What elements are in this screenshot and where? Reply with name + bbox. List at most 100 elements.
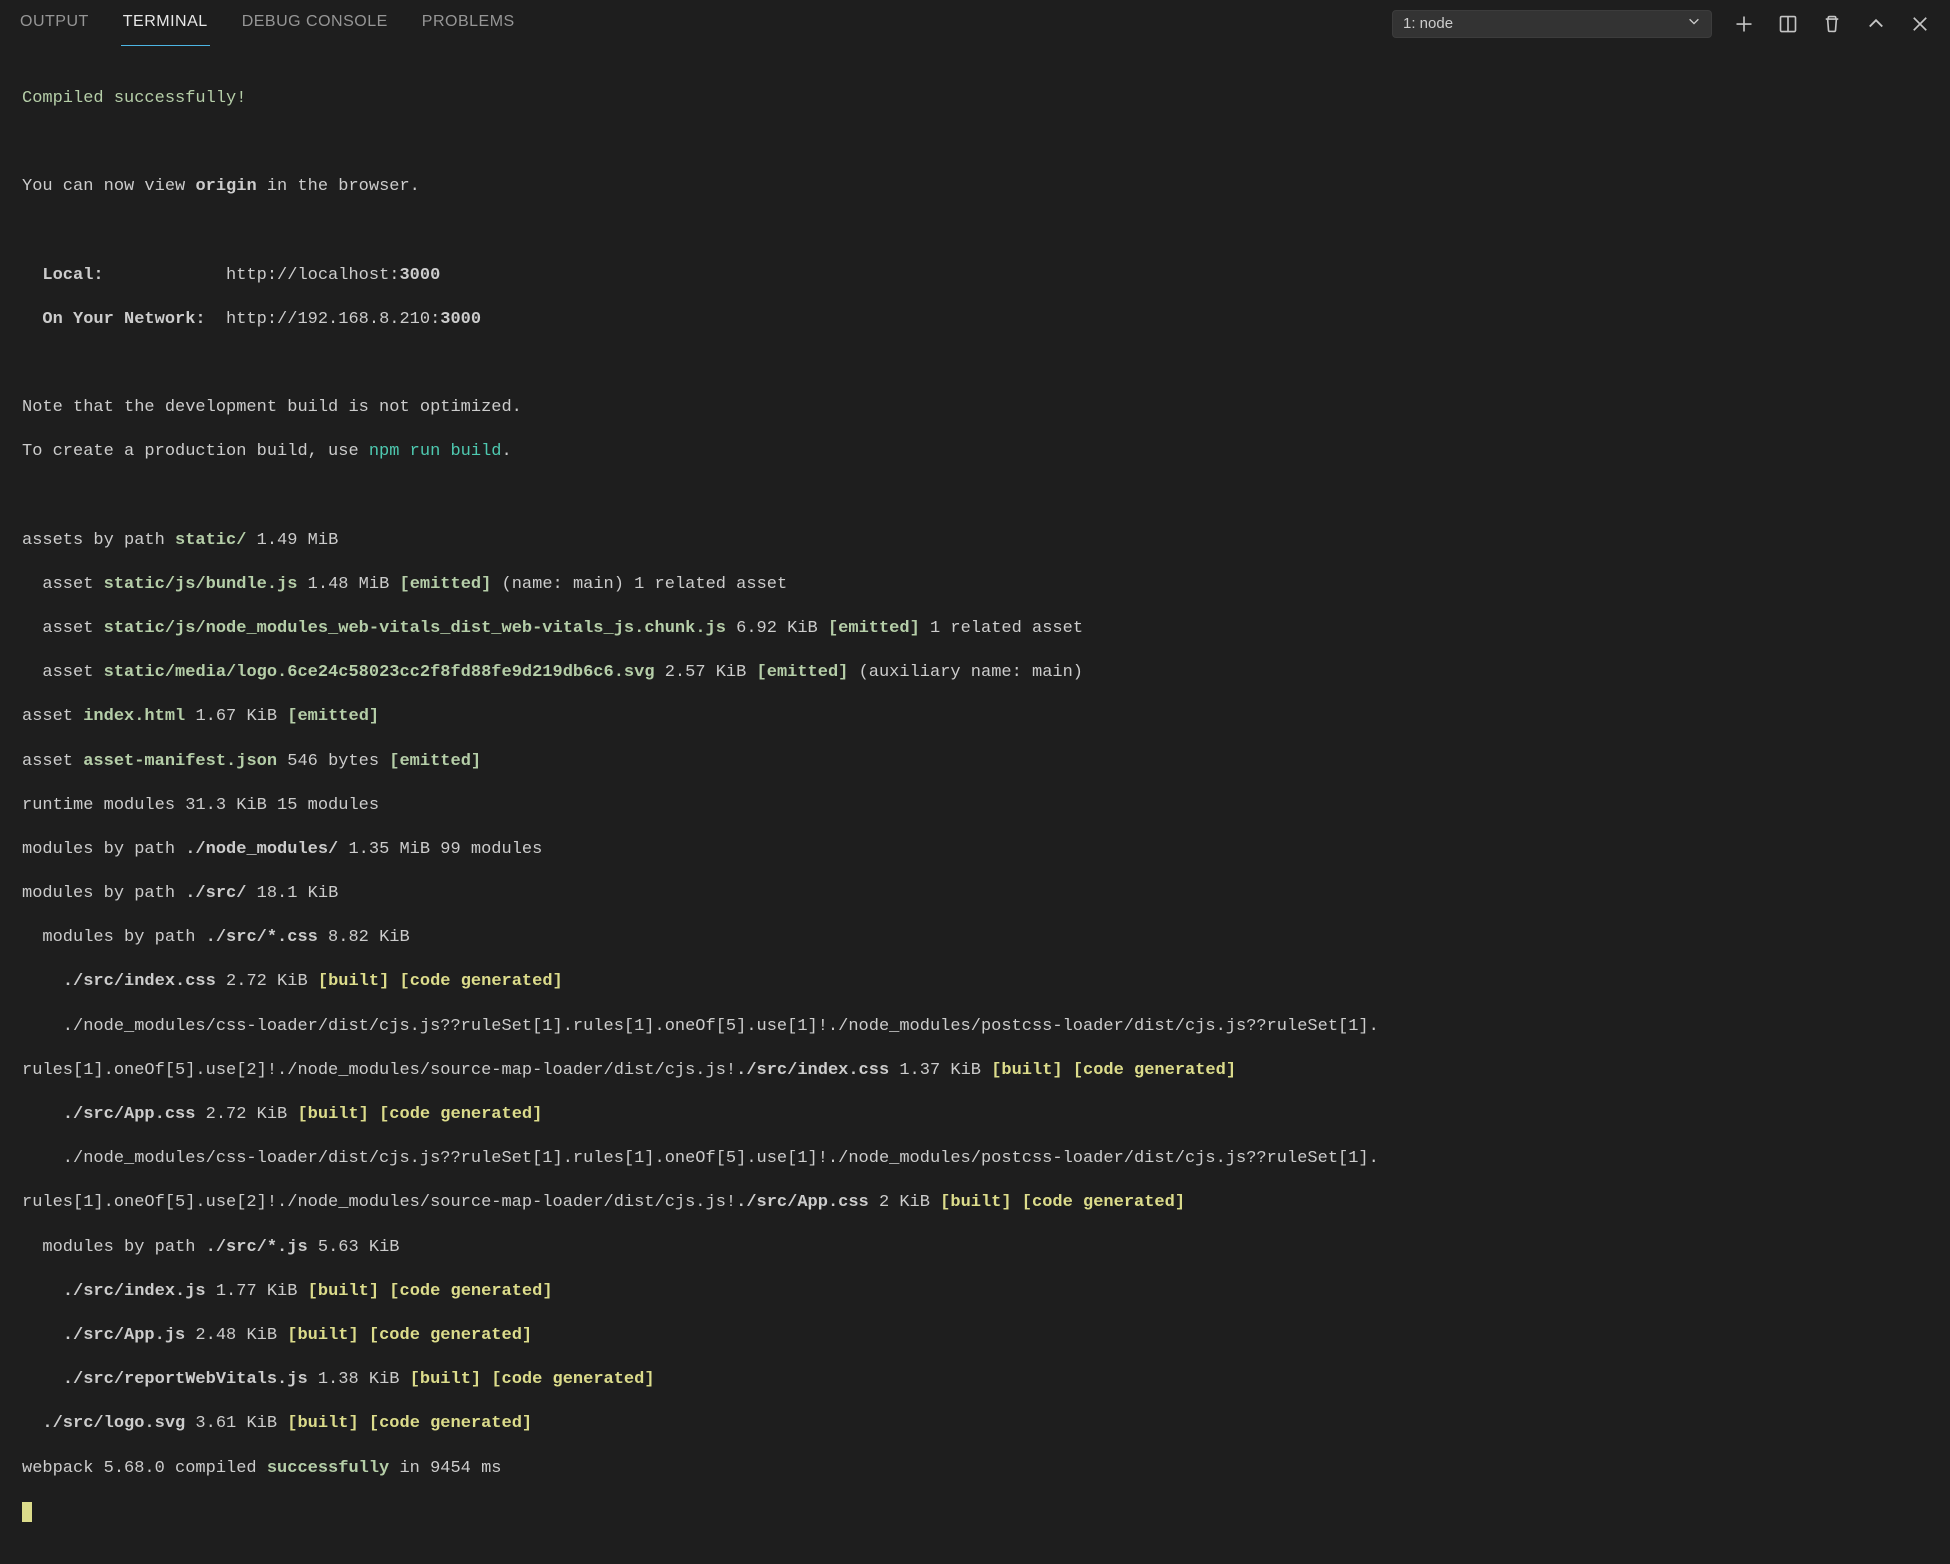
built-tag: [built] [308, 1282, 379, 1301]
text [1012, 1193, 1022, 1212]
chevron-down-icon [1687, 14, 1701, 34]
close-panel-button[interactable] [1908, 12, 1932, 36]
module-path: ./src/ [185, 884, 246, 903]
generated-tag: [code generated] [379, 1105, 542, 1124]
generated-tag: [code generated] [389, 1282, 552, 1301]
text: webpack 5.68.0 compiled [22, 1459, 267, 1478]
note: Note that the development build is not o… [22, 398, 522, 417]
asset-path: static/js/node_modules_web-vitals_dist_w… [104, 619, 726, 638]
text: assets by path [22, 531, 175, 550]
emitted-tag: [emitted] [828, 619, 920, 638]
text [22, 972, 63, 991]
text [359, 1414, 369, 1433]
module-size: 2.72 KiB [195, 1105, 297, 1124]
kill-terminal-button[interactable] [1820, 12, 1844, 36]
asset-path: asset-manifest.json [83, 752, 277, 771]
network-port: 3000 [440, 310, 481, 329]
module-size: 2.48 KiB [185, 1326, 287, 1345]
app-name: origin [195, 177, 256, 196]
module-size: 1.77 KiB [206, 1282, 308, 1301]
text [22, 1326, 63, 1345]
loader-chain: rules[1].oneOf[5].use[2]!./node_modules/… [22, 1061, 736, 1080]
module-size: 1.37 KiB [889, 1061, 991, 1080]
text [1063, 1061, 1073, 1080]
npm-command: npm run build [369, 442, 502, 461]
asset-path: static/ [175, 531, 246, 550]
asset-size: 1.49 MiB [246, 531, 338, 550]
text [359, 1326, 369, 1345]
terminal-output[interactable]: Compiled successfully! You can now view … [0, 48, 1950, 1564]
emitted-tag: [emitted] [287, 707, 379, 726]
asset-size: 2.57 KiB [655, 663, 757, 682]
text: modules by path [22, 884, 185, 903]
local-url: http://localhost: [216, 266, 400, 285]
emitted-tag: [emitted] [757, 663, 849, 682]
asset-size: 1.48 MiB [297, 575, 399, 594]
text [389, 972, 399, 991]
text: You can now view [22, 177, 195, 196]
module-size: 2 KiB [869, 1193, 940, 1212]
tab-problems[interactable]: PROBLEMS [420, 2, 517, 46]
text: 1 related asset [920, 619, 1083, 638]
panel-header: OUTPUT TERMINAL DEBUG CONSOLE PROBLEMS 1… [0, 0, 1950, 48]
asset-size: 6.92 KiB [726, 619, 828, 638]
text: asset [22, 619, 104, 638]
text: 8.82 KiB [318, 928, 410, 947]
asset-path: static/media/logo.6ce24c58023cc2f8fd88fe… [104, 663, 655, 682]
text [369, 1105, 379, 1124]
built-tag: [built] [991, 1061, 1062, 1080]
loader-chain: ./node_modules/css-loader/dist/cjs.js??r… [22, 1149, 1379, 1168]
text: 5.63 KiB [308, 1238, 400, 1257]
maximize-panel-button[interactable] [1864, 12, 1888, 36]
text [22, 1105, 63, 1124]
tab-debug-console[interactable]: DEBUG CONSOLE [240, 2, 390, 46]
module-path: ./src/index.js [63, 1282, 206, 1301]
text: asset [22, 707, 83, 726]
asset-size: 546 bytes [277, 752, 389, 771]
built-tag: [built] [940, 1193, 1011, 1212]
module-size: 2.72 KiB [216, 972, 318, 991]
text: asset [22, 752, 83, 771]
built-tag: [built] [318, 972, 389, 991]
loader-chain: ./node_modules/css-loader/dist/cjs.js??r… [22, 1017, 1379, 1036]
generated-tag: [code generated] [491, 1370, 654, 1389]
module-path: ./src/App.js [63, 1326, 185, 1345]
text: modules by path [22, 840, 185, 859]
text: asset [22, 575, 104, 594]
tab-output[interactable]: OUTPUT [18, 2, 91, 46]
text: (name: main) 1 related asset [491, 575, 787, 594]
emitted-tag: [emitted] [400, 575, 492, 594]
network-url: http://192.168.8.210: [216, 310, 440, 329]
loader-chain: rules[1].oneOf[5].use[2]!./node_modules/… [22, 1193, 736, 1212]
generated-tag: [code generated] [1022, 1193, 1185, 1212]
asset-size: 1.67 KiB [185, 707, 287, 726]
terminal-selector-dropdown[interactable]: 1: node [1392, 10, 1712, 38]
runtime-modules: runtime modules 31.3 KiB 15 modules [22, 796, 379, 815]
module-path: ./node_modules/ [185, 840, 338, 859]
module-size: 3.61 KiB [185, 1414, 287, 1433]
asset-path: index.html [83, 707, 185, 726]
generated-tag: [code generated] [1073, 1061, 1236, 1080]
text: (auxiliary name: main) [848, 663, 1083, 682]
built-tag: [built] [287, 1326, 358, 1345]
compiled-message: Compiled successfully! [22, 89, 246, 108]
panel-tabs: OUTPUT TERMINAL DEBUG CONSOLE PROBLEMS [18, 2, 517, 46]
module-path: ./src/reportWebVitals.js [63, 1370, 308, 1389]
generated-tag: [code generated] [369, 1414, 532, 1433]
built-tag: [built] [410, 1370, 481, 1389]
text [22, 1414, 42, 1433]
split-terminal-button[interactable] [1776, 12, 1800, 36]
tab-terminal[interactable]: TERMINAL [121, 2, 210, 46]
success-word: successfully [267, 1459, 389, 1478]
text [22, 1370, 63, 1389]
module-path: ./src/App.css [736, 1193, 869, 1212]
network-label: On Your Network: [22, 310, 216, 329]
module-size: 1.38 KiB [308, 1370, 410, 1389]
text [481, 1370, 491, 1389]
text: To create a production build, use [22, 442, 369, 461]
text [22, 1282, 63, 1301]
terminal-cursor [22, 1502, 32, 1522]
built-tag: [built] [287, 1414, 358, 1433]
new-terminal-button[interactable] [1732, 12, 1756, 36]
module-path: ./src/index.css [63, 972, 216, 991]
